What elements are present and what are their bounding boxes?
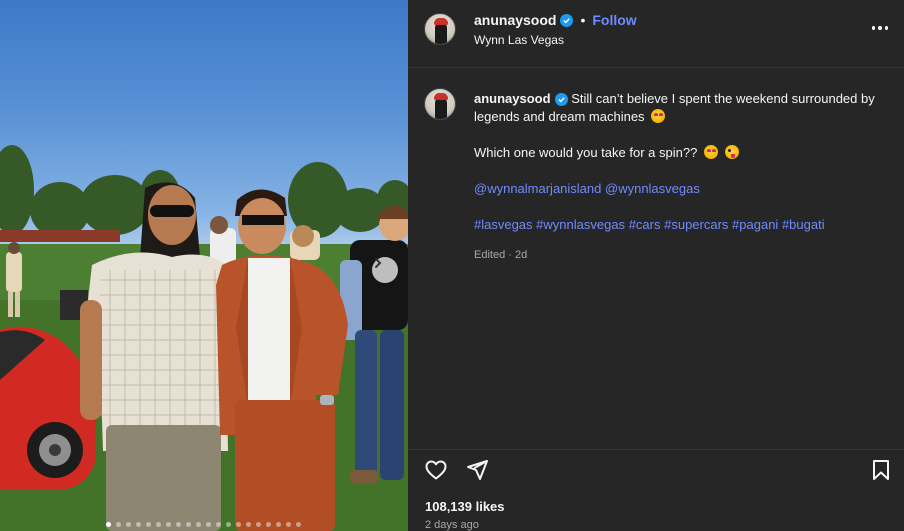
share-send-icon[interactable]	[465, 458, 489, 482]
caption-username[interactable]: anunaysood	[474, 91, 551, 106]
carousel-dot	[126, 522, 131, 527]
carousel-dot	[186, 522, 191, 527]
carousel-dot	[246, 522, 251, 527]
carousel-dot	[256, 522, 261, 527]
hashtag-link[interactable]: #cars	[629, 217, 661, 232]
carousel-dot	[136, 522, 141, 527]
post-time: 2 days ago	[425, 519, 479, 531]
post-photo[interactable]	[0, 0, 408, 531]
mention-link[interactable]: @wynnalmarjanisland	[474, 181, 601, 196]
caption-text-line2: Which one would you take for a spin??	[474, 145, 698, 160]
edited-timestamp: Edited · 2d	[474, 249, 528, 261]
carousel-dot	[276, 522, 281, 527]
carousel-dot	[266, 522, 271, 527]
location-link[interactable]: Wynn Las Vegas	[474, 33, 564, 47]
carousel-dot	[166, 522, 171, 527]
carousel-dot	[146, 522, 151, 527]
verified-badge-icon	[554, 93, 568, 106]
carousel-dot	[296, 522, 301, 527]
carousel-next-button[interactable]	[372, 257, 398, 283]
hashtag-link[interactable]: #bugati	[782, 217, 825, 232]
post-panel: anunaysood • Follow Wynn Las Vegas anuna…	[408, 0, 904, 531]
heart-eyes-emoji-icon	[703, 145, 718, 159]
hashtag-link[interactable]: #pagani	[732, 217, 778, 232]
separator: •	[580, 12, 586, 28]
save-bookmark-icon[interactable]	[870, 458, 892, 482]
carousel-dot	[236, 522, 241, 527]
likes-count[interactable]: 108,139 likes	[425, 499, 505, 514]
more-options-button[interactable]	[870, 20, 890, 36]
carousel-dot	[176, 522, 181, 527]
caption-area: anunaysood Still can’t believe I spent t…	[408, 69, 904, 449]
avatar[interactable]	[424, 88, 456, 120]
carousel-dot	[226, 522, 231, 527]
hashtag-link[interactable]: #wynnlasvegas	[536, 217, 625, 232]
carousel-dot	[106, 522, 111, 527]
avatar[interactable]	[424, 13, 456, 45]
carousel-dot	[116, 522, 121, 527]
post-header: anunaysood • Follow Wynn Las Vegas	[408, 0, 904, 68]
follow-button[interactable]: Follow	[592, 12, 636, 28]
heart-eyes-emoji-icon	[651, 109, 666, 123]
action-bar: 108,139 likes 2 days ago	[408, 449, 904, 531]
carousel-dot	[196, 522, 201, 527]
verified-badge-icon	[560, 13, 574, 27]
more-horizontal-icon	[871, 26, 876, 30]
photo-scene	[0, 145, 408, 531]
hashtag-link[interactable]: #supercars	[664, 217, 728, 232]
username-link[interactable]: anunaysood	[474, 12, 556, 28]
carousel-dot	[206, 522, 211, 527]
zany-face-emoji-icon	[724, 145, 739, 159]
caption: anunaysood Still can’t believe I spent t…	[474, 90, 890, 264]
mention-link[interactable]: @wynnlasvegas	[605, 181, 700, 196]
carousel-indicator	[106, 522, 301, 527]
carousel-dot	[216, 522, 221, 527]
hashtag-link[interactable]: #lasvegas	[474, 217, 533, 232]
like-heart-icon[interactable]	[424, 458, 448, 482]
carousel-dot	[286, 522, 291, 527]
carousel-dot	[156, 522, 161, 527]
chevron-right-icon	[375, 258, 382, 268]
